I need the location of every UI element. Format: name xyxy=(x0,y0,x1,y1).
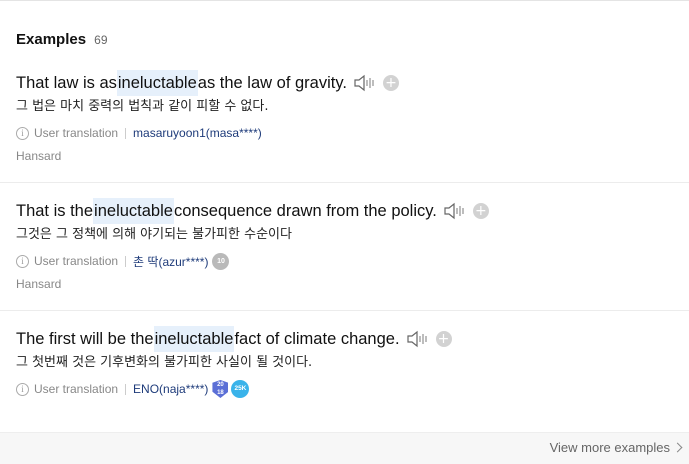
example-divider xyxy=(0,182,689,183)
example-translation: 그 첫번째 것은 기후변화의 불가피한 사실이 될 것이다. xyxy=(16,355,313,370)
sentence-text: consequence drawn from the policy. xyxy=(173,202,437,220)
meta-separator xyxy=(125,255,127,267)
example-translation: 그것은 그 정책에 의해 야기되는 불가피한 수순이다 xyxy=(16,227,292,242)
info-icon[interactable]: i xyxy=(16,382,29,396)
user-link[interactable]: ENO(naja****) xyxy=(133,382,208,396)
year-badge-bottom: 18 xyxy=(217,390,224,396)
translation-meta: i User translation ENO(naja****) 20 18 25… xyxy=(16,380,689,398)
example-source: Hansard xyxy=(16,149,62,163)
example-item: That is the ineluctable consequence draw… xyxy=(16,198,689,292)
speaker-icon[interactable] xyxy=(406,329,430,349)
meta-label: User translation xyxy=(34,382,119,396)
meta-label: User translation xyxy=(34,254,119,268)
info-icon[interactable]: i xyxy=(16,126,29,140)
example-source: Hansard xyxy=(16,277,62,291)
user-link[interactable]: 촌 딱(azur****) xyxy=(133,253,208,270)
example-sentence: The first will be the ineluctable fact o… xyxy=(16,326,689,352)
add-to-wordbook-icon[interactable]: + xyxy=(435,331,452,347)
example-translation: 그 법은 마치 중력의 법칙과 같이 피할 수 없다. xyxy=(16,99,269,114)
user-level-badge: 10 xyxy=(212,252,230,270)
example-sentence: That is the ineluctable consequence draw… xyxy=(16,198,689,224)
sentence-text: That is the xyxy=(16,202,94,220)
example-sentence: That law is as ineluctable as the law of… xyxy=(16,70,689,96)
example-divider xyxy=(0,310,689,311)
sentence-text: fact of climate change. xyxy=(234,330,400,348)
meta-separator xyxy=(125,127,127,139)
highlighted-word: ineluctable xyxy=(153,326,235,352)
contribution-count-badge: 25K xyxy=(231,380,250,398)
top-divider xyxy=(0,0,689,1)
translation-meta: i User translation masaruyoon1(masa****) xyxy=(16,124,689,142)
examples-count: 69 xyxy=(94,33,108,47)
add-to-wordbook-icon[interactable]: + xyxy=(382,75,399,91)
view-more-examples-link[interactable]: View more examples xyxy=(549,440,683,455)
sentence-text: The first will be the xyxy=(16,330,154,348)
example-item: The first will be the ineluctable fact o… xyxy=(16,326,689,398)
highlighted-word: ineluctable xyxy=(93,198,174,224)
speaker-icon[interactable] xyxy=(443,201,467,221)
sentence-text: That law is as xyxy=(16,74,117,92)
chevron-right-icon xyxy=(672,442,683,453)
example-item: That law is as ineluctable as the law of… xyxy=(16,70,689,164)
meta-label: User translation xyxy=(34,126,119,140)
meta-separator xyxy=(125,383,127,395)
add-to-wordbook-icon[interactable]: + xyxy=(472,203,489,219)
examples-title: Examples xyxy=(16,31,87,48)
info-icon[interactable]: i xyxy=(16,254,29,268)
view-more-label: View more examples xyxy=(549,440,670,455)
highlighted-word: ineluctable xyxy=(116,70,198,96)
year-badge: 20 18 xyxy=(212,380,229,398)
year-badge-top: 20 xyxy=(217,382,224,388)
examples-footer: View more examples xyxy=(0,432,689,464)
examples-header: Examples 69 xyxy=(16,29,108,49)
user-link[interactable]: masaruyoon1(masa****) xyxy=(133,126,262,140)
speaker-icon[interactable] xyxy=(353,73,377,93)
translation-meta: i User translation 촌 딱(azur****) 10 xyxy=(16,252,689,270)
sentence-text: as the law of gravity. xyxy=(197,74,347,92)
